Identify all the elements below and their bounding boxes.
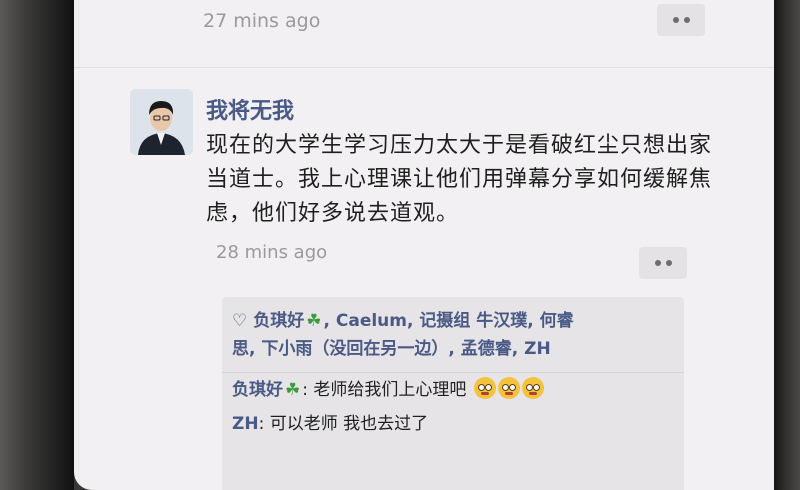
avatar[interactable]	[130, 89, 193, 155]
four-leaf-clover-icon: ☘	[306, 311, 322, 331]
moments-feed: 27 mins ago 我将无我 现在的大学生学习压力太大于是看破红尘只想出家当…	[74, 0, 774, 490]
comment-author[interactable]: 负琪好	[232, 380, 283, 400]
pleading-face-emoji-icon	[473, 377, 496, 399]
post-author-name[interactable]: 我将无我	[206, 93, 294, 125]
comment-author[interactable]: ZH	[232, 414, 259, 434]
likes-comments-panel: ♡ 负琪好 ☘, Caelum, 记摄组 牛汉璞, 何睿 思, 下小雨（没回在另一边…	[222, 297, 684, 490]
comment-text: 可以老师 我也去过了	[269, 414, 429, 434]
previous-post-more-button[interactable]	[657, 4, 705, 36]
comment-item[interactable]: ZH: 可以老师 我也去过了	[232, 411, 428, 437]
comment-text: 老师给我们上心理吧	[313, 380, 467, 400]
four-leaf-clover-icon: ☘	[285, 380, 301, 400]
pleading-face-emoji-icon	[497, 377, 520, 399]
likes-divider	[222, 372, 684, 373]
like-names-line2[interactable]: 思, 下小雨（没回在另一边）, 孟德睿, ZH	[232, 339, 551, 359]
phone-bezel-left	[0, 0, 74, 490]
comment-separator: :	[258, 414, 270, 434]
comment-item[interactable]: 负琪好 ☘: 老师给我们上心理吧	[232, 377, 544, 403]
post-more-button[interactable]	[639, 247, 687, 279]
pleading-face-emoji-icon	[521, 377, 544, 399]
phone-bezel-right	[772, 0, 800, 490]
more-dots-icon	[672, 17, 690, 23]
heart-outline-icon: ♡	[232, 311, 248, 331]
post-content: 现在的大学生学习压力太大于是看破红尘只想出家当道士。我上心理课让他们用弹幕分享如…	[206, 133, 713, 226]
post-timestamp: 28 mins ago	[216, 242, 328, 263]
like-name-first[interactable]: 负琪好	[253, 311, 304, 331]
previous-post-timestamp: 27 mins ago	[203, 10, 321, 32]
comment-separator: :	[302, 380, 314, 400]
likes-list: ♡ 负琪好 ☘, Caelum, 记摄组 牛汉璞, 何睿 思, 下小雨（没回在另一边…	[232, 307, 662, 363]
like-names-line1[interactable]: , Caelum, 记摄组 牛汉璞, 何睿	[324, 311, 574, 331]
post-divider	[74, 67, 774, 68]
more-dots-icon	[654, 260, 672, 266]
